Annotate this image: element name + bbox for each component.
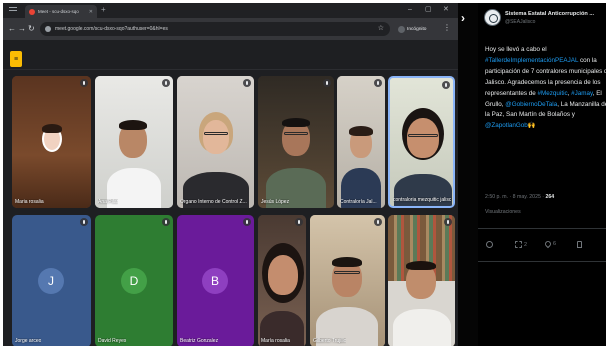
- new-tab-icon[interactable]: +: [101, 5, 106, 15]
- participant-name: Maria rosalia: [15, 199, 44, 205]
- mic-muted-icon: [374, 79, 382, 87]
- clap-emoji-icon: 🙌: [527, 122, 536, 130]
- views-label: Visualizaciones: [485, 209, 521, 215]
- meet-call-area: ≡ Maria rosalia Ana Pilar Órgano Interno…: [3, 40, 458, 346]
- mic-muted-icon: [243, 79, 251, 87]
- views-count: 264: [545, 194, 555, 200]
- like-count: 6: [553, 241, 557, 247]
- participant-name: contraloria mezquitic jalisco: [393, 197, 451, 203]
- avatar-initial: J: [48, 274, 54, 288]
- participant-name: Jorge arceo: [15, 338, 42, 344]
- mic-muted-icon: [442, 81, 450, 89]
- panel-divider: ›: [458, 3, 478, 346]
- hashtag-link[interactable]: #TallerdeImplementaciónPEAJAL: [485, 57, 578, 64]
- forward-icon[interactable]: →: [18, 24, 26, 34]
- participant-avatar: D: [121, 268, 147, 294]
- incognito-label: Incógnito: [407, 26, 427, 32]
- back-icon[interactable]: ←: [8, 24, 16, 34]
- mic-muted-icon: [444, 218, 452, 226]
- mic-muted-icon: [323, 79, 331, 87]
- mention-link[interactable]: @ZapotlanGob: [485, 122, 528, 129]
- participant-tile-5[interactable]: Contraloría Jal...: [337, 76, 385, 208]
- incognito-indicator[interactable]: Incógnito: [398, 23, 426, 35]
- tweet-text: Hoy se llevó a cabo el #TallerdeImplemen…: [485, 45, 606, 132]
- meet-favicon-icon: [29, 8, 35, 15]
- participant-avatar: J: [38, 268, 64, 294]
- participant-name: David Reyes: [98, 338, 127, 344]
- participant-name: Jesús López: [261, 199, 290, 205]
- participant-tile-1[interactable]: Maria rosalia: [12, 76, 91, 208]
- close-tab-icon[interactable]: ✕: [89, 9, 93, 15]
- mic-muted-icon: [80, 218, 88, 226]
- bookmark-button[interactable]: [577, 241, 582, 248]
- address-bar[interactable]: meet.google.com/scu-dsxo-sqo?authuser=0&…: [40, 22, 390, 36]
- mic-muted-icon: [243, 218, 251, 226]
- tweet-text-part: Hoy se llevó a cabo el: [485, 46, 547, 53]
- tweet-divider: [478, 261, 606, 262]
- repost-button[interactable]: 2: [515, 241, 527, 248]
- browser-menu-icon[interactable]: ⋮: [443, 23, 451, 32]
- mic-muted-icon: [162, 79, 170, 87]
- bookmark-star-icon[interactable]: ☆: [378, 24, 384, 32]
- participant-name: Ana Pilar: [98, 199, 119, 205]
- heart-icon: [543, 239, 553, 249]
- participant-tile-10[interactable]: María rosalia: [258, 215, 306, 346]
- tab-title: Meet - scu-dsxo-sqo: [38, 9, 79, 14]
- participant-avatar: B: [202, 268, 228, 294]
- minimize-icon[interactable]: –: [408, 5, 412, 15]
- participant-name: María rosalia: [261, 338, 290, 344]
- participant-tile-9[interactable]: B Beatriz Gonzalez: [177, 215, 254, 346]
- tweet-divider: [478, 228, 606, 229]
- hashtag-link[interactable]: #Mezquitic: [538, 90, 568, 97]
- participant-tile-4[interactable]: Jesús López: [258, 76, 334, 208]
- browser-toolbar: ← → ↻ meet.google.com/scu-dsxo-sqo?authu…: [3, 18, 458, 40]
- account-name[interactable]: Sistema Estatal Anticorrupción ...: [505, 11, 606, 17]
- participant-tile-11[interactable]: Gilberto Trujillo: [310, 215, 385, 346]
- like-button[interactable]: 6: [543, 239, 557, 249]
- screenshot-frame: Meet - scu-dsxo-sqo ✕ + – ▢ ✕ ← → ↻ meet…: [3, 3, 606, 346]
- mic-muted-icon: [162, 218, 170, 226]
- participant-tile-7[interactable]: J Jorge arceo: [12, 215, 91, 346]
- repost-count: 2: [524, 241, 528, 248]
- meet-header-divider: [3, 69, 458, 70]
- incognito-icon: [398, 25, 405, 33]
- meet-logo-icon: ≡: [10, 51, 22, 67]
- browser-window: Meet - scu-dsxo-sqo ✕ + – ▢ ✕ ← → ↻ meet…: [3, 3, 458, 346]
- reply-icon: [486, 241, 493, 248]
- participant-tile-2[interactable]: Ana Pilar: [95, 76, 173, 208]
- avatar-initial: B: [210, 274, 219, 288]
- participant-tile-6-speaking[interactable]: contraloria mezquitic jalisco: [388, 76, 455, 208]
- participant-name: Beatriz Gonzalez: [180, 338, 219, 344]
- timestamp-text: 2:50 p. m. · 8 may. 2025 ·: [485, 194, 546, 200]
- participant-name: Contraloría Jal...: [340, 199, 377, 205]
- hashtag-link[interactable]: #Jamay: [571, 90, 593, 97]
- mention-link[interactable]: @GobiernoDeTala: [505, 101, 557, 108]
- site-info-icon[interactable]: [45, 26, 51, 32]
- repost-icon: [515, 241, 522, 248]
- url-text: meet.google.com/scu-dsxo-sqo?authuser=0&…: [55, 26, 168, 32]
- close-window-icon[interactable]: ✕: [443, 5, 449, 15]
- maximize-icon[interactable]: ▢: [425, 5, 432, 15]
- tab-search-icon[interactable]: [9, 6, 19, 14]
- avatar-initial: D: [129, 274, 139, 288]
- participant-tile-12[interactable]: [388, 215, 455, 346]
- tab-meet[interactable]: Meet - scu-dsxo-sqo ✕: [25, 5, 97, 18]
- reply-button[interactable]: [486, 241, 495, 248]
- tweet-timestamp[interactable]: 2:50 p. m. · 8 may. 2025 · 264: [485, 194, 554, 200]
- mic-muted-icon: [295, 218, 303, 226]
- account-avatar[interactable]: [484, 9, 501, 26]
- tab-strip: Meet - scu-dsxo-sqo ✕ + – ▢ ✕: [3, 3, 458, 18]
- mic-muted-icon: [80, 79, 88, 87]
- participant-tile-8[interactable]: D David Reyes: [95, 215, 173, 346]
- tweet-actions: 2 6: [485, 239, 605, 251]
- participant-name: Órgano Interno de Control Z...: [180, 199, 247, 205]
- participant-tile-3[interactable]: Órgano Interno de Control Z...: [177, 76, 254, 208]
- mic-muted-icon: [374, 218, 382, 226]
- participant-name: Gilberto Trujillo: [313, 338, 347, 344]
- tweet-panel: Sistema Estatal Anticorrupción ... @SEAJ…: [478, 3, 606, 346]
- account-handle[interactable]: @SEAJalisco: [505, 19, 535, 25]
- reload-icon[interactable]: ↻: [28, 24, 35, 34]
- bookmark-icon: [577, 241, 582, 248]
- chevron-right-icon[interactable]: ›: [461, 11, 465, 25]
